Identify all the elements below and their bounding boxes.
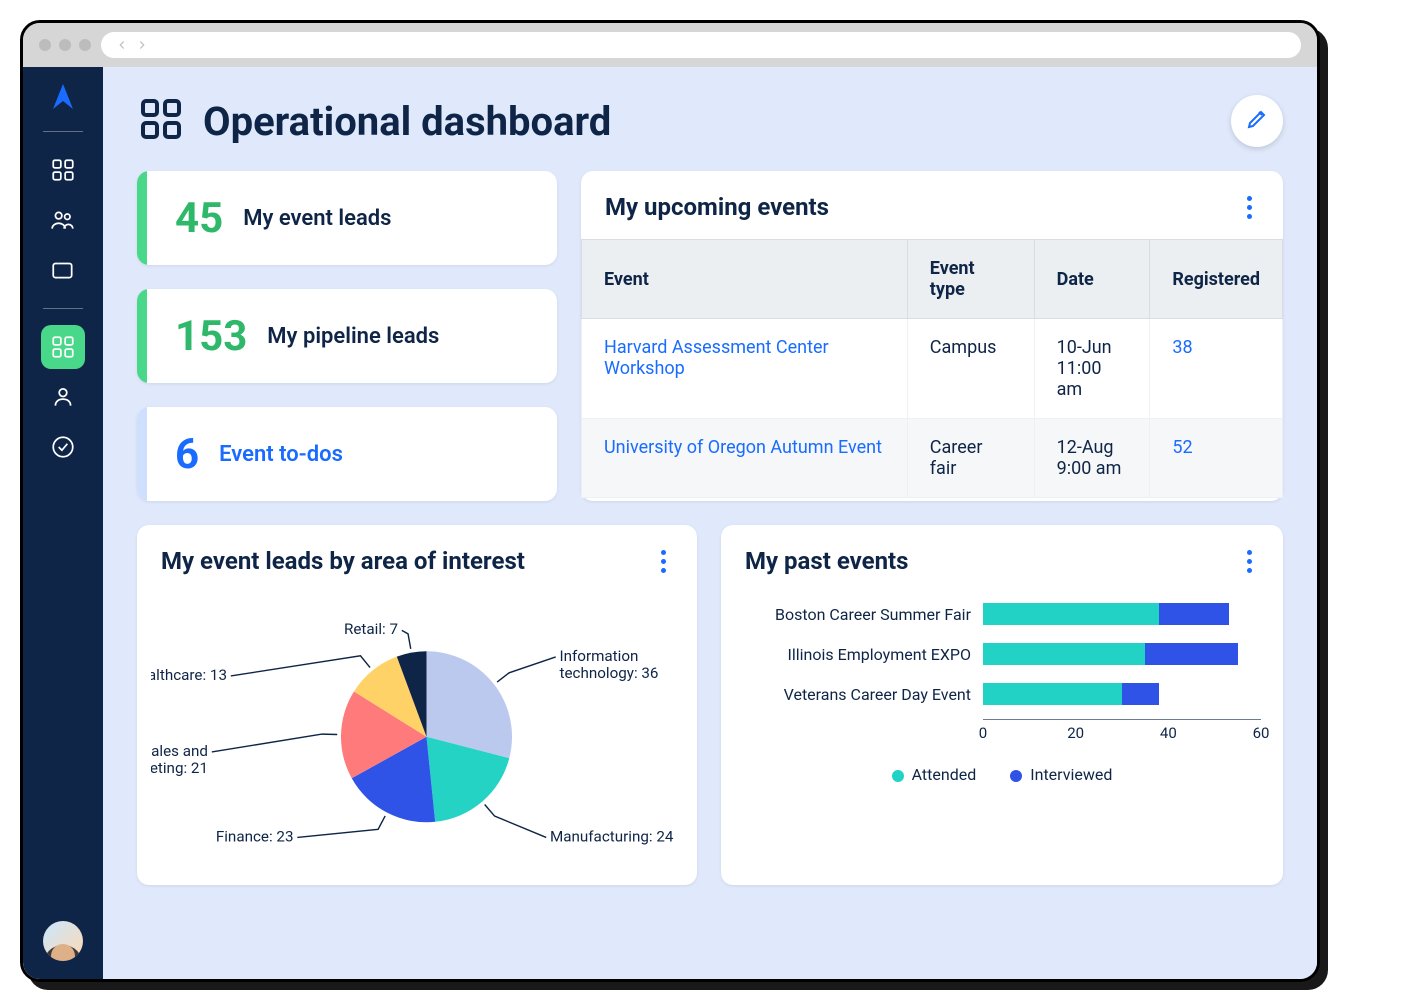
- bar-segment: [983, 683, 1122, 705]
- pie-slice-label: Sales andmarketing: 21: [151, 742, 208, 777]
- kpi-accent-bar: [137, 407, 147, 501]
- sidebar-item-operational-dashboard[interactable]: [41, 325, 85, 369]
- col-event-type: Event type: [907, 240, 1034, 319]
- kpi-pipeline-leads[interactable]: 153 My pipeline leads: [137, 289, 557, 383]
- event-name-link[interactable]: Harvard Assessment Center Workshop: [582, 319, 908, 419]
- axis-tick: 0: [979, 724, 987, 742]
- legend-label: Attended: [912, 765, 977, 784]
- user-avatar[interactable]: [43, 921, 83, 961]
- kpi-event-leads[interactable]: 45 My event leads: [137, 171, 557, 265]
- kpi-label: Event to-dos: [219, 442, 343, 467]
- panel-leads-by-interest: My event leads by area of interest Infor…: [137, 525, 697, 885]
- col-date: Date: [1034, 240, 1150, 319]
- kpi-label: My event leads: [243, 206, 391, 231]
- bar-category-label: Boston Career Summer Fair: [743, 605, 983, 624]
- bar-category-label: Illinois Employment EXPO: [743, 645, 983, 664]
- event-type: Career fair: [907, 419, 1034, 498]
- kpi-label: My pipeline leads: [267, 324, 439, 349]
- sidebar-item-people[interactable]: [41, 198, 85, 242]
- bar-chart: Boston Career Summer Fair Illinois Employ…: [721, 593, 1283, 757]
- dashboard-icon: [137, 95, 185, 147]
- upcoming-events-table: Event Event type Date Registered Harvard…: [581, 239, 1283, 498]
- bar-segment: [1159, 603, 1229, 625]
- bar-segment: [1122, 683, 1159, 705]
- divider: [43, 131, 83, 132]
- legend-swatch-attended: [892, 770, 904, 782]
- bar-row: Veterans Career Day Event: [743, 679, 1261, 709]
- bar-segment: [1145, 643, 1238, 665]
- col-event: Event: [582, 240, 908, 319]
- panel-title: My upcoming events: [605, 193, 1239, 221]
- kpi-value: 6: [175, 430, 199, 479]
- kpi-event-todos[interactable]: 6 Event to-dos: [137, 407, 557, 501]
- dots-vertical-icon: [1247, 196, 1252, 201]
- app-logo-icon: [45, 79, 81, 115]
- panel-menu-button[interactable]: [1239, 196, 1259, 219]
- page-title: Operational dashboard: [203, 98, 1213, 145]
- event-registered[interactable]: 38: [1150, 319, 1283, 419]
- table-row: Harvard Assessment Center WorkshopCampus…: [582, 319, 1283, 419]
- panel-menu-button[interactable]: [653, 550, 673, 573]
- window-controls: [39, 39, 91, 51]
- sidebar-item-profile[interactable]: [41, 375, 85, 419]
- window-minimize-icon[interactable]: [59, 39, 71, 51]
- event-registered[interactable]: 52: [1150, 419, 1283, 498]
- bar-row: Boston Career Summer Fair: [743, 599, 1261, 629]
- bar-row: Illinois Employment EXPO: [743, 639, 1261, 669]
- panel-upcoming-events: My upcoming events Event Event type Date…: [581, 171, 1283, 501]
- legend-swatch-interviewed: [1010, 770, 1022, 782]
- axis-tick: 20: [1067, 724, 1084, 742]
- kpi-value: 153: [175, 312, 247, 361]
- bar-legend: Attended Interviewed: [721, 757, 1283, 800]
- panel-title: My event leads by area of interest: [161, 547, 653, 575]
- kpi-accent-bar: [137, 289, 147, 383]
- panel-title: My past events: [745, 547, 1239, 575]
- kpi-value: 45: [175, 194, 223, 243]
- divider: [43, 308, 83, 309]
- edit-button[interactable]: [1231, 95, 1283, 147]
- address-bar[interactable]: [101, 32, 1301, 58]
- axis-tick: 60: [1253, 724, 1270, 742]
- sidebar-item-dashboards[interactable]: [41, 148, 85, 192]
- bar-segment: [983, 603, 1159, 625]
- pie-chart: Informationtechnology: 36 Manufacturing: …: [151, 597, 683, 867]
- window-maximize-icon[interactable]: [79, 39, 91, 51]
- event-date: 10-Jun11:00 am: [1034, 319, 1150, 419]
- pie-slice-label: Healthcare: 13: [151, 666, 227, 684]
- panel-past-events: My past events Boston Career Summer Fair…: [721, 525, 1283, 885]
- pie-slice-label: Finance: 23: [216, 827, 294, 845]
- event-date: 12-Aug9:00 am: [1034, 419, 1150, 498]
- browser-frame: Operational dashboard 45 My event leads: [20, 20, 1320, 982]
- sidebar: [23, 67, 103, 979]
- pencil-icon: [1245, 107, 1269, 135]
- event-name-link[interactable]: University of Oregon Autumn Event: [582, 419, 908, 498]
- pie-slice-label: Manufacturing: 24: [550, 827, 674, 845]
- bar-segment: [983, 643, 1145, 665]
- main: Operational dashboard 45 My event leads: [103, 67, 1317, 979]
- sidebar-item-tasks[interactable]: [41, 425, 85, 469]
- legend-label: Interviewed: [1030, 765, 1112, 784]
- panel-menu-button[interactable]: [1239, 550, 1259, 573]
- browser-toolbar: [23, 23, 1317, 67]
- event-type: Campus: [907, 319, 1034, 419]
- pie-slice-label: Retail: 7: [344, 620, 398, 638]
- window-close-icon[interactable]: [39, 39, 51, 51]
- pie-slice-label: Informationtechnology: 36: [560, 647, 659, 682]
- kpi-accent-bar: [137, 171, 147, 265]
- col-registered: Registered: [1150, 240, 1283, 319]
- bar-category-label: Veterans Career Day Event: [743, 685, 983, 704]
- axis-tick: 40: [1160, 724, 1177, 742]
- sidebar-item-files[interactable]: [41, 248, 85, 292]
- table-row: University of Oregon Autumn EventCareer …: [582, 419, 1283, 498]
